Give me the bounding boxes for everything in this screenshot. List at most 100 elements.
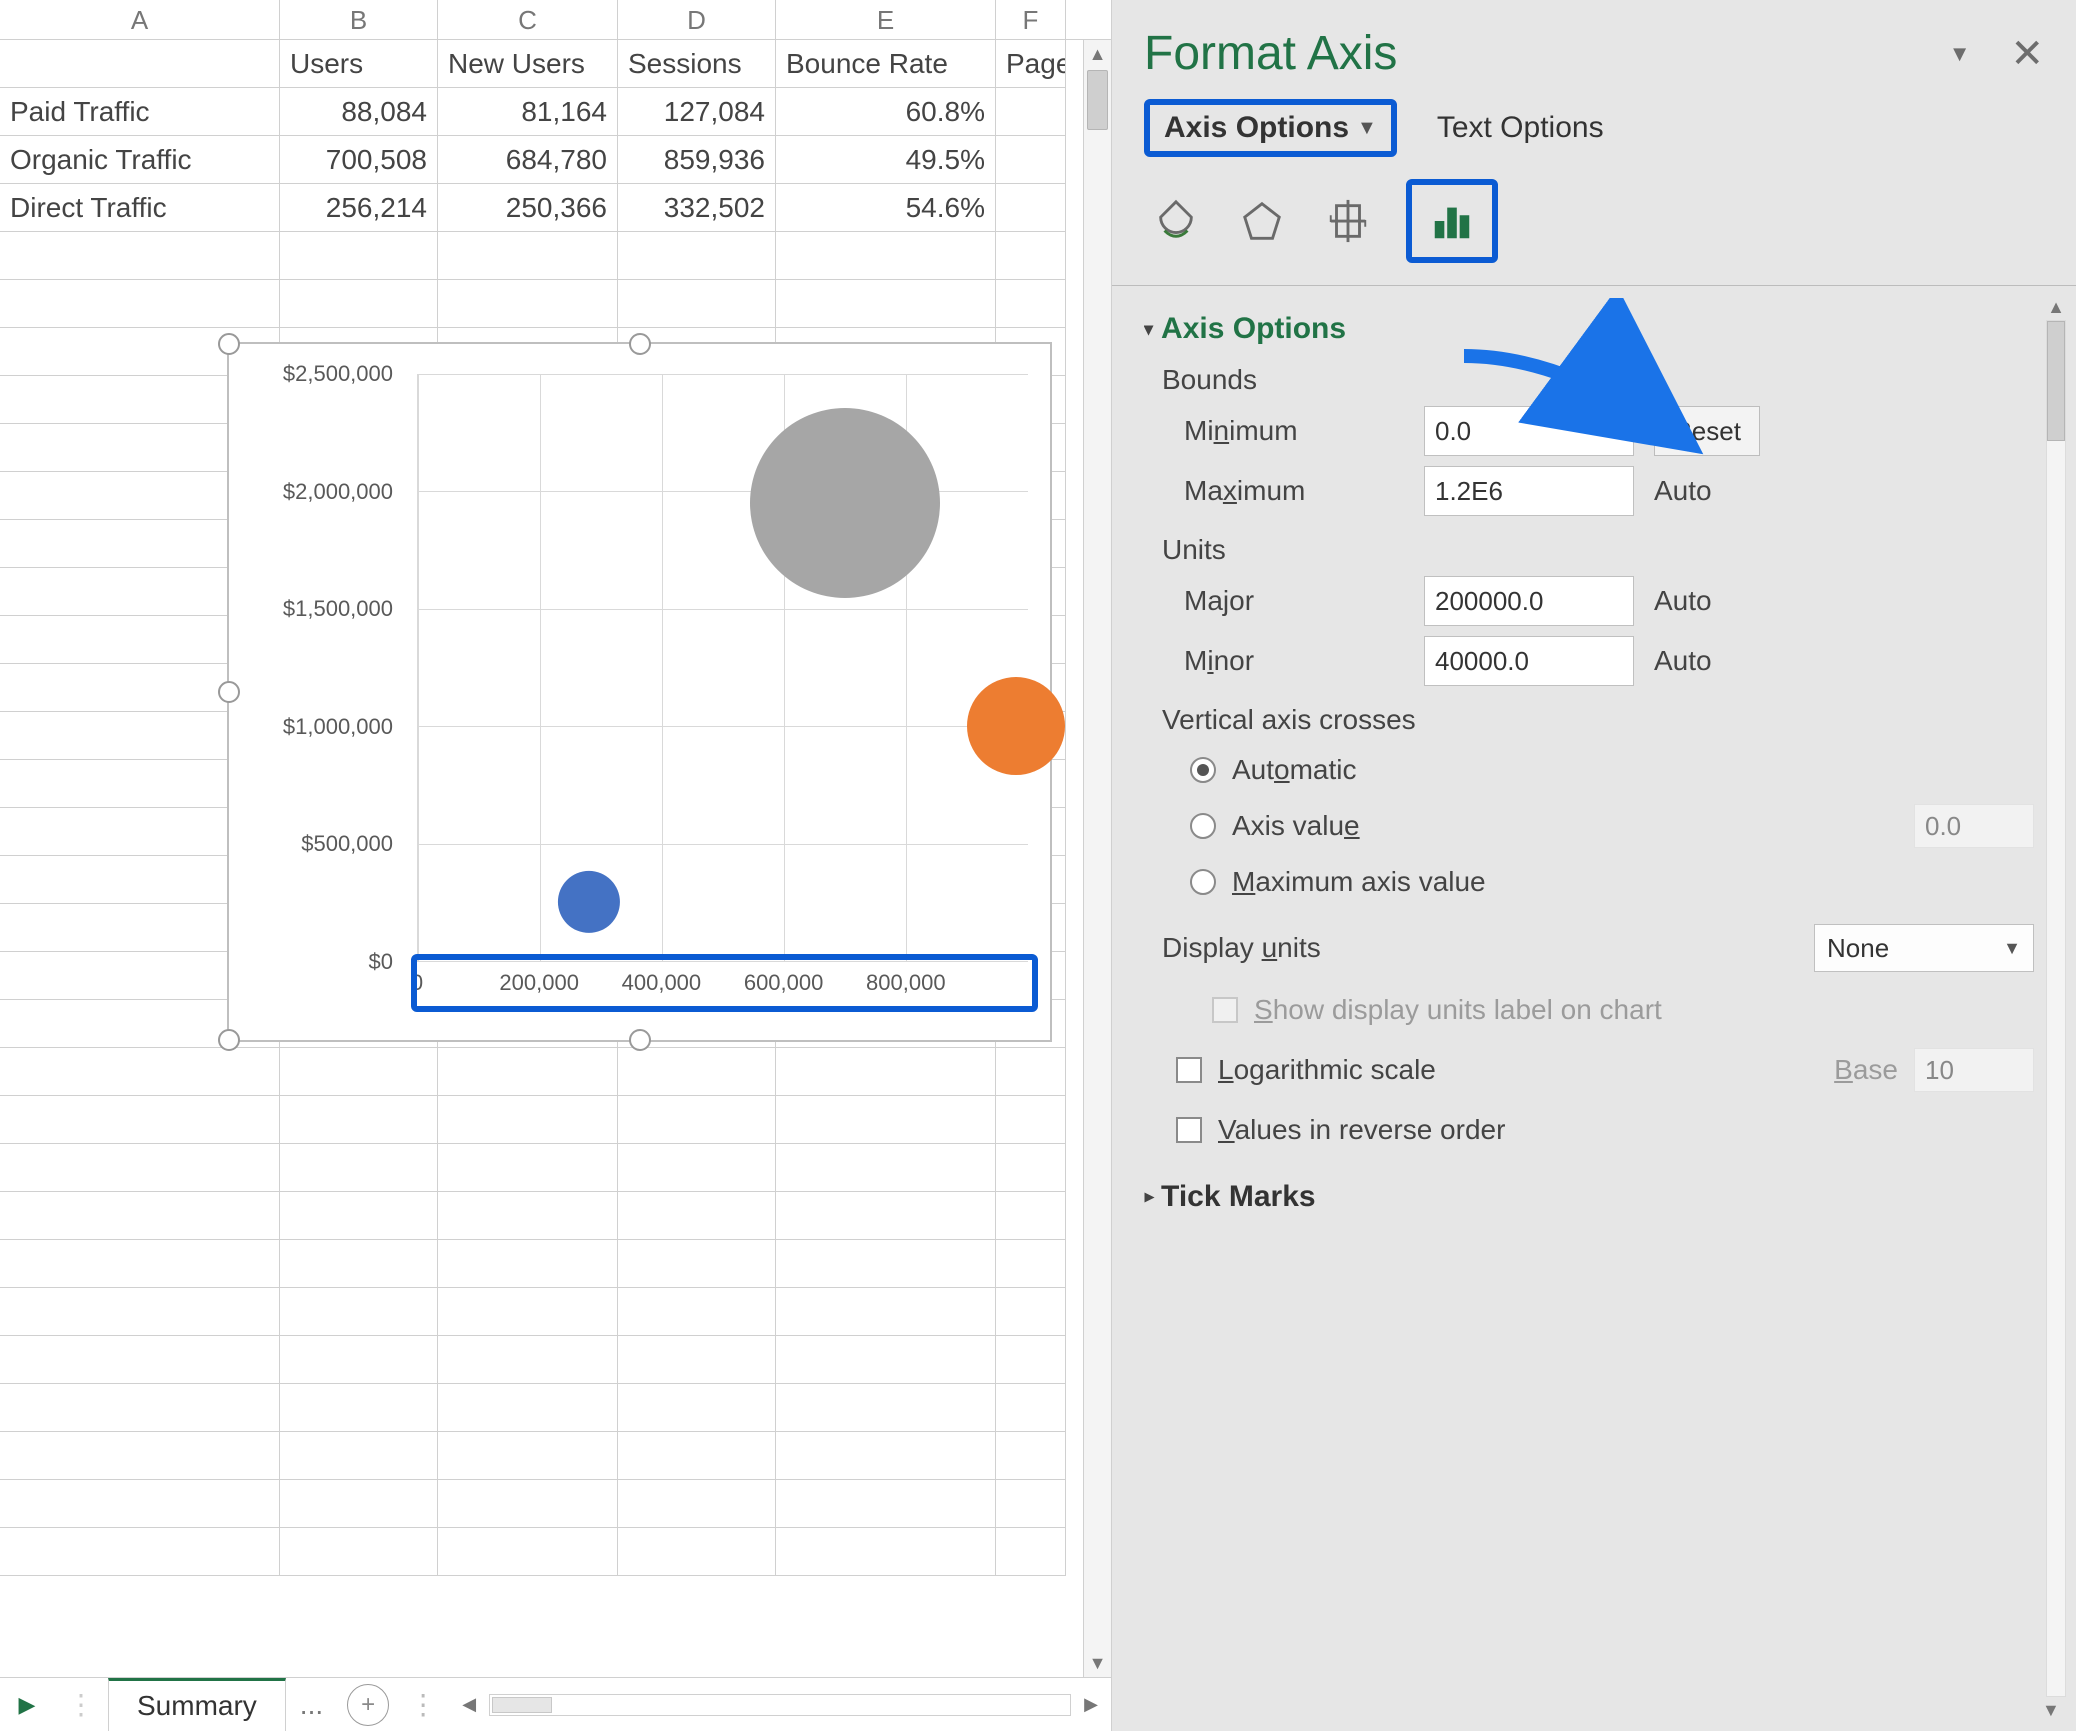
cell[interactable]: 700,508 — [280, 136, 438, 184]
y-axis-labels[interactable]: $0$500,000$1,000,000$1,500,000$2,000,000… — [229, 374, 409, 962]
cell[interactable] — [438, 1336, 618, 1384]
cell[interactable] — [280, 232, 438, 280]
tab-grip-icon[interactable]: ⋮ — [399, 1688, 449, 1721]
cell[interactable] — [0, 1432, 280, 1480]
cell[interactable] — [996, 1240, 1066, 1288]
column-header[interactable]: E — [776, 0, 996, 39]
new-sheet-button[interactable]: + — [347, 1684, 389, 1726]
sheet-nav-play-icon[interactable]: ▶ — [0, 1692, 54, 1718]
cell[interactable] — [776, 1384, 996, 1432]
cell[interactable] — [996, 1096, 1066, 1144]
panel-scrollbar[interactable]: ▲ ▼ — [2042, 294, 2070, 1723]
cell[interactable] — [0, 1144, 280, 1192]
cell[interactable] — [776, 1288, 996, 1336]
cell[interactable] — [996, 1528, 1066, 1576]
cell[interactable] — [776, 1096, 996, 1144]
scroll-up-icon[interactable]: ▲ — [2042, 294, 2070, 320]
cell[interactable] — [996, 1192, 1066, 1240]
cell[interactable] — [280, 1240, 438, 1288]
column-header[interactable]: F — [996, 0, 1066, 39]
axis-options-section-header[interactable]: ▾ Axis Options — [1144, 312, 2034, 346]
bubble-organic-traffic[interactable] — [750, 408, 940, 598]
resize-handle-icon[interactable] — [629, 333, 651, 355]
cell[interactable] — [0, 1192, 280, 1240]
cell[interactable] — [0, 1288, 280, 1336]
cell[interactable] — [0, 232, 280, 280]
cell[interactable] — [776, 1336, 996, 1384]
bubble-direct-traffic[interactable] — [967, 677, 1065, 775]
cell[interactable]: Direct Traffic — [0, 184, 280, 232]
logarithmic-scale-checkbox[interactable]: Logarithmic scale Base — [1176, 1048, 2034, 1092]
reset-button[interactable]: Reset — [1654, 406, 1760, 456]
horizontal-scrollbar[interactable]: ◀ ▶ — [449, 1694, 1111, 1716]
cell[interactable] — [996, 1048, 1066, 1096]
cell[interactable] — [0, 1240, 280, 1288]
resize-handle-icon[interactable] — [629, 1029, 651, 1051]
values-reverse-checkbox[interactable]: Values in reverse order — [1176, 1114, 2034, 1146]
cell[interactable] — [0, 1336, 280, 1384]
cell[interactable] — [280, 1432, 438, 1480]
hscroll-thumb[interactable] — [492, 1697, 552, 1713]
bubble-chart[interactable]: $0$500,000$1,000,000$1,500,000$2,000,000… — [227, 342, 1052, 1042]
cell[interactable]: Bounce Rate — [776, 40, 996, 88]
cell[interactable] — [776, 1192, 996, 1240]
cell[interactable] — [0, 1384, 280, 1432]
effects-icon[interactable] — [1234, 193, 1290, 249]
scroll-down-icon[interactable]: ▼ — [1084, 1649, 1111, 1677]
minor-input[interactable] — [1424, 636, 1634, 686]
scroll-left-icon[interactable]: ◀ — [455, 1694, 483, 1715]
cell[interactable] — [438, 1432, 618, 1480]
cell[interactable] — [996, 1288, 1066, 1336]
cell[interactable] — [280, 1048, 438, 1096]
cell[interactable]: 859,936 — [618, 136, 776, 184]
cell[interactable] — [776, 1240, 996, 1288]
axis-options-tab[interactable]: Axis Options▼ — [1144, 99, 1397, 157]
radio-maximum-axis-value[interactable]: Maximum axis value — [1190, 866, 2034, 898]
cell[interactable]: 60.8% — [776, 88, 996, 136]
cell[interactable]: Organic Traffic — [0, 136, 280, 184]
radio-axis-value[interactable]: Axis value — [1190, 804, 2034, 848]
scroll-up-icon[interactable]: ▲ — [1084, 40, 1111, 68]
panel-menu-icon[interactable]: ▼ — [1949, 41, 1971, 67]
cell[interactable] — [280, 1528, 438, 1576]
cell[interactable] — [618, 1096, 776, 1144]
cell[interactable]: 332,502 — [618, 184, 776, 232]
cell[interactable] — [996, 1480, 1066, 1528]
cell[interactable] — [280, 1288, 438, 1336]
cell[interactable] — [438, 1192, 618, 1240]
column-header[interactable]: A — [0, 0, 280, 39]
cell[interactable] — [776, 1480, 996, 1528]
cell[interactable]: 54.6% — [776, 184, 996, 232]
scroll-thumb[interactable] — [1087, 70, 1108, 130]
cell[interactable] — [438, 1144, 618, 1192]
cell[interactable] — [618, 280, 776, 328]
cell[interactable] — [280, 280, 438, 328]
cell[interactable] — [776, 232, 996, 280]
cell[interactable] — [618, 1384, 776, 1432]
scroll-down-icon[interactable]: ▼ — [2042, 1697, 2060, 1723]
size-and-properties-icon[interactable] — [1320, 193, 1376, 249]
text-options-tab[interactable]: Text Options — [1437, 111, 1604, 145]
fill-and-line-icon[interactable] — [1148, 193, 1204, 249]
cell[interactable] — [776, 280, 996, 328]
cell[interactable] — [996, 1432, 1066, 1480]
cell[interactable] — [280, 1144, 438, 1192]
panel-scroll-thumb[interactable] — [2047, 321, 2065, 441]
resize-handle-icon[interactable] — [218, 333, 240, 355]
cell[interactable] — [280, 1384, 438, 1432]
cell[interactable] — [438, 1288, 618, 1336]
cell[interactable] — [280, 1192, 438, 1240]
cell[interactable] — [618, 1240, 776, 1288]
cell[interactable] — [618, 1336, 776, 1384]
cell[interactable] — [438, 232, 618, 280]
cell[interactable] — [280, 1336, 438, 1384]
cell[interactable] — [618, 1144, 776, 1192]
minimum-input[interactable] — [1424, 406, 1634, 456]
sheet-tab-summary[interactable]: Summary — [108, 1678, 286, 1731]
cell[interactable] — [280, 1096, 438, 1144]
cell[interactable] — [996, 1336, 1066, 1384]
bubble-paid-traffic[interactable] — [558, 871, 620, 933]
cell[interactable] — [0, 1096, 280, 1144]
cell[interactable]: Paid Traffic — [0, 88, 280, 136]
cell[interactable]: 684,780 — [438, 136, 618, 184]
